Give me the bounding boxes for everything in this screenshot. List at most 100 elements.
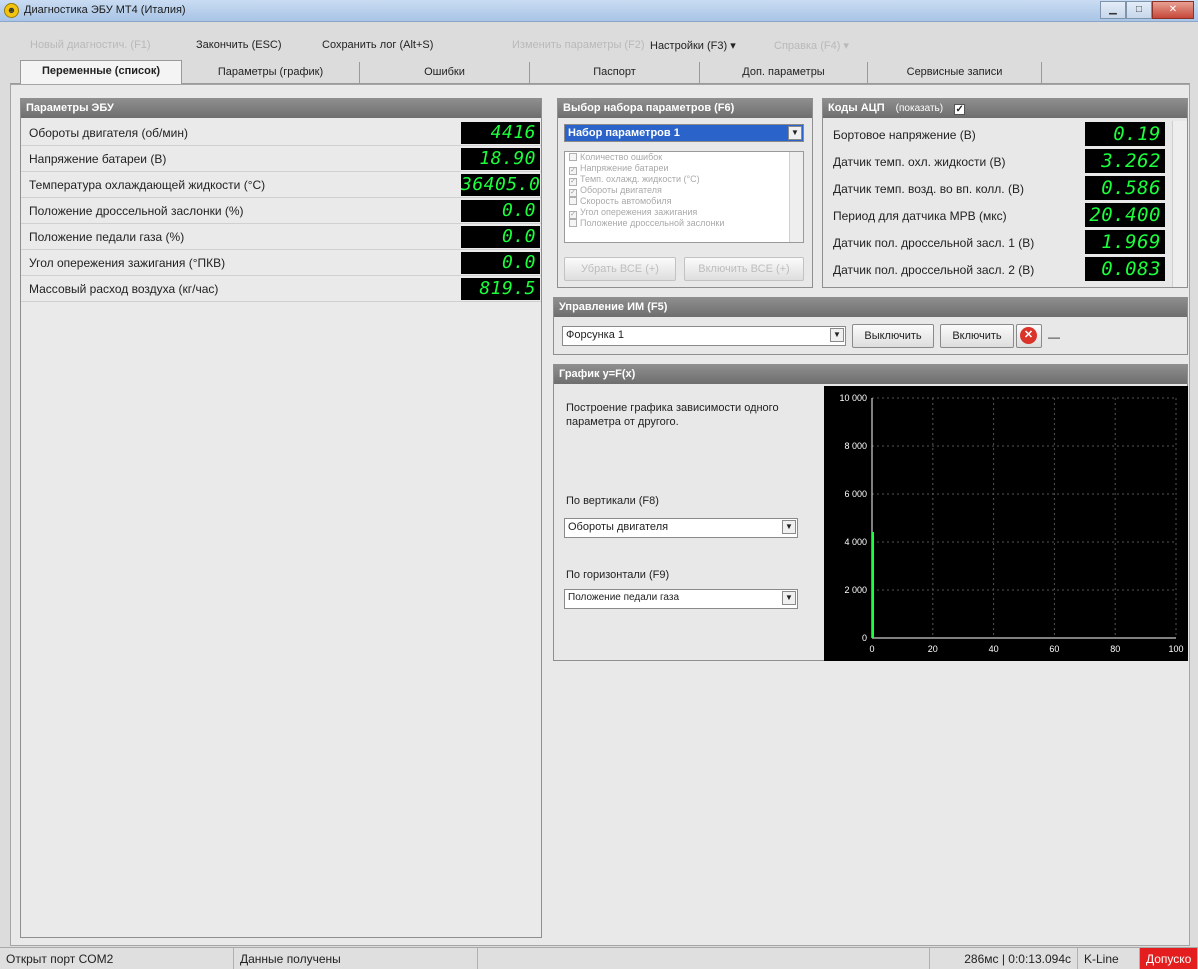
ecu-param-value: 18.90 (461, 148, 540, 170)
adc-panel: Коды АЦП (показать) ✓ Бортовое напряжени… (822, 98, 1188, 288)
adc-row: Датчик темп. охл. жидкости (В) 3.262 (823, 148, 1171, 174)
list-item[interactable]: ✓ Напряжение батареи (565, 163, 803, 175)
ecu-param-value: 4416 (461, 122, 540, 144)
status-timing: 286мс | 0:0:13.094с (930, 948, 1078, 969)
ecu-param-label: Массовый расход воздуха (кг/час) (29, 282, 219, 296)
stop-button[interactable]: ✕ (1016, 324, 1042, 348)
adc-row: Датчик пол. дроссельной засл. 1 (В) 1.96… (823, 229, 1171, 255)
enable-all-button[interactable]: Включить ВСЕ (+) (684, 257, 804, 281)
ecu-param-label: Температура охлаждающей жидкости (°C) (29, 178, 266, 192)
menu-item-help[interactable]: Справка (F4) ▾ (774, 39, 849, 52)
window-controls: ▁ □ ✕ (1100, 1, 1194, 20)
adc-show-link[interactable]: (показать) (896, 103, 943, 114)
x-tick-label: 100 (1168, 644, 1183, 654)
y-tick-label: 10 000 (839, 393, 867, 403)
adc-label: Бортовое напряжение (В) (833, 128, 976, 142)
y-tick-label: 0 (862, 633, 867, 643)
tab-params-graph[interactable]: Параметры (график) (182, 62, 360, 84)
status-spacer (478, 948, 930, 969)
yx-chart: 0 20 40 60 80 100 0 2 000 4 000 6 000 8 000 10 000 (839, 393, 1183, 654)
tab-passport[interactable]: Паспорт (530, 62, 700, 84)
ecu-param-value: 0.0 (461, 252, 540, 274)
tab-errors[interactable]: Ошибки (360, 62, 530, 84)
vertical-param-value: Обороты двигателя (568, 521, 669, 533)
horizontal-axis-label: По горизонтали (F9) (566, 569, 670, 581)
horizontal-param-select[interactable]: Положение педали газа ▼ (564, 589, 798, 609)
window-title: Диагностика ЭБУ МТ4 (Италия) (24, 4, 186, 16)
x-tick-label: 20 (928, 644, 938, 654)
app-icon: ☻ (4, 3, 19, 18)
checkbox-icon[interactable] (569, 219, 577, 227)
adc-show-checkbox[interactable]: ✓ (954, 104, 966, 115)
status-protocol: K-Line (1078, 948, 1140, 969)
adc-label: Период для датчика МРВ (мкс) (833, 209, 1007, 223)
list-item[interactable]: ✓ Угол опережения зажигания (565, 207, 803, 219)
adc-value: 0.19 (1085, 122, 1165, 146)
tab-service-records[interactable]: Сервисные записи (868, 62, 1042, 84)
ecu-param-row: Угол опережения зажигания (°ПКВ) 0.0 (21, 251, 541, 276)
title-bar: ☻ Диагностика ЭБУ МТ4 (Италия) ▁ □ ✕ (0, 0, 1198, 22)
actuator-select[interactable]: Форсунка 1 ▼ (562, 326, 846, 346)
actuator-select-value: Форсунка 1 (566, 329, 625, 341)
y-tick-label: 4 000 (844, 537, 867, 547)
x-tick-label: 0 (869, 644, 874, 654)
x-tick-label: 60 (1049, 644, 1059, 654)
tab-bar: Переменные (список) Параметры (график) О… (10, 60, 1190, 85)
menu-item-save-log[interactable]: Сохранить лог (Alt+S) (322, 39, 433, 51)
adc-row: Датчик темп. возд. во вп. колл. (В) 0.58… (823, 175, 1171, 201)
list-item[interactable]: ✓ Темп. охлажд. жидкости (°C) (565, 174, 803, 186)
chevron-down-icon[interactable]: ▼ (782, 591, 796, 605)
ecu-param-row: Массовый расход воздуха (кг/час) 819.5 (21, 277, 541, 302)
minimize-icon[interactable]: ▁ (1100, 1, 1126, 19)
chevron-down-icon[interactable]: ▼ (782, 520, 796, 534)
x-tick-label: 40 (989, 644, 999, 654)
menu-item-change-params[interactable]: Изменить параметры (F2) (512, 39, 645, 51)
checklist-scrollbar[interactable] (789, 152, 803, 242)
graph-panel: График y=F(x) Построение графика зависим… (553, 364, 1188, 661)
checkbox-icon[interactable] (569, 197, 577, 205)
turn-on-button[interactable]: Включить (940, 324, 1014, 348)
menu-bar: Новый диагностич. (F1) Закончить (ESC) С… (0, 36, 1198, 56)
list-item[interactable]: ✓ Обороты двигателя (565, 185, 803, 197)
list-item[interactable]: Количество ошибок (565, 152, 803, 163)
checkbox-icon[interactable] (569, 153, 577, 161)
list-item[interactable]: Скорость автомобиля (565, 196, 803, 207)
adc-row: Датчик пол. дроссельной засл. 2 (В) 0.08… (823, 256, 1171, 282)
ecu-param-row: Напряжение батареи (В) 18.90 (21, 147, 541, 172)
menu-item-settings[interactable]: Настройки (F3) ▾ (650, 39, 736, 52)
ecu-param-value: 0.0 (461, 200, 540, 222)
status-data: Данные получены (234, 948, 478, 969)
graph-plot-area: 0 20 40 60 80 100 0 2 000 4 000 6 000 8 000 10 000 (824, 386, 1188, 661)
vertical-param-select[interactable]: Обороты двигателя ▼ (564, 518, 798, 538)
adc-value: 3.262 (1085, 149, 1165, 173)
remove-all-button[interactable]: Убрать ВСЕ (+) (564, 257, 676, 281)
list-item[interactable]: Положение дроссельной заслонки (565, 218, 803, 229)
ecu-panel-title: Параметры ЭБУ (21, 99, 541, 118)
param-set-title: Выбор набора параметров (F6) (558, 99, 812, 118)
adc-panel-header: Коды АЦП (показать) ✓ (823, 99, 1187, 118)
ecu-param-label: Положение дроссельной заслонки (%) (29, 204, 244, 218)
maximize-icon[interactable]: □ (1126, 1, 1152, 19)
param-set-select[interactable]: Набор параметров 1 ▼ (564, 124, 804, 142)
adc-scrollbar[interactable] (1172, 121, 1187, 287)
adc-value: 1.969 (1085, 230, 1165, 254)
status-alert-badge: Допуско (1140, 948, 1198, 969)
adc-label: Датчик темп. охл. жидкости (В) (833, 155, 1006, 169)
menu-item-new-diag[interactable]: Новый диагностич. (F1) (30, 39, 151, 51)
param-set-panel: Выбор набора параметров (F6) Набор парам… (557, 98, 813, 288)
tab-extra-params[interactable]: Доп. параметры (700, 62, 868, 84)
chevron-down-icon[interactable]: ▼ (788, 126, 802, 140)
adc-row: Бортовое напряжение (В) 0.19 (823, 121, 1171, 147)
adc-label: Датчик темп. возд. во вп. колл. (В) (833, 182, 1024, 196)
actuator-control-title: Управление ИМ (F5) (554, 298, 1187, 317)
adc-panel-title: Коды АЦП (828, 102, 885, 114)
menu-item-finish[interactable]: Закончить (ESC) (196, 39, 282, 51)
chevron-down-icon[interactable]: ▼ (830, 328, 844, 342)
turn-off-button[interactable]: Выключить (852, 324, 934, 348)
param-checklist[interactable]: Количество ошибок ✓ Напряжение батареи ✓ Т… (564, 151, 804, 243)
y-tick-label: 8 000 (844, 441, 867, 451)
close-icon[interactable]: ✕ (1152, 1, 1194, 19)
ecu-param-value: 0.0 (461, 226, 540, 248)
ecu-param-label: Угол опережения зажигания (°ПКВ) (29, 256, 226, 270)
tab-variables-list[interactable]: Переменные (список) (20, 60, 182, 85)
